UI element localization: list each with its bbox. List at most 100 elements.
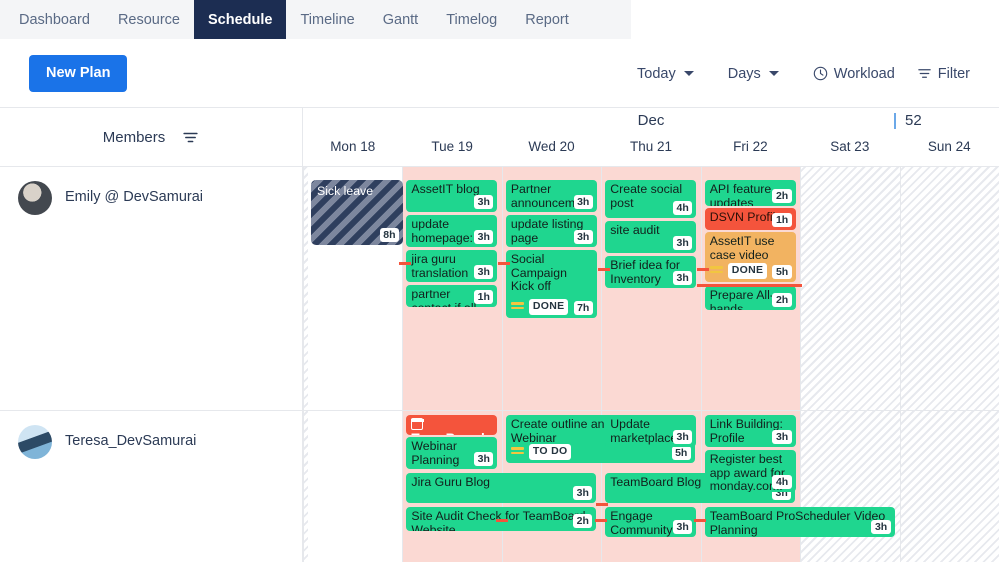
task-card[interactable]: update homepage: 3h [406,215,498,247]
task-dependency-connector [596,503,608,506]
tab-timeline[interactable]: Timeline [286,0,368,39]
tab-report[interactable]: Report [511,0,583,39]
task-card[interactable]: partner contact if all1h [406,285,498,307]
column-divider [303,167,304,410]
top-navigation: Dashboard Resource Schedule Timeline Gan… [0,0,999,40]
tab-resource[interactable]: Resource [104,0,194,39]
task-hours: 3h [673,430,693,444]
chevron-down-icon [768,71,779,76]
task-title: TeamBoard [411,431,486,435]
tab-schedule[interactable]: Schedule [194,0,287,39]
member-name: Emily @ DevSamurai [65,189,203,205]
task-hours: 1h [772,213,792,227]
day-header-row: Mon 18 Tue 19 Wed 20 Thu 21 Fri 22 Sat 23 Sun … [303,136,999,166]
column-divider [601,167,602,410]
task-status: DONE [510,298,569,315]
clock-icon [813,66,828,81]
filter-label: Filter [937,65,970,82]
day-header-0: Mon 18 [330,139,376,154]
task-card[interactable]: Brief idea for Inventory 3h [605,256,697,288]
task-dependency-connector [697,268,709,271]
new-plan-button[interactable]: New Plan [29,55,128,92]
member-info[interactable]: Teresa_DevSamurai [0,411,303,562]
task-hours: 3h [673,271,693,285]
task-hours: 3h [474,230,494,244]
task-dependency-connector [399,262,411,265]
tab-timeline-label: Timeline [300,11,355,28]
task-card[interactable]: Social Campaign Kick off DONE 7h [505,250,597,318]
task-card[interactable]: Create social post 4h [605,180,697,218]
task-hours: 5h [772,265,792,279]
day-header-4: Fri 22 [733,139,768,154]
task-card[interactable]: DSVN Profile 1h [704,208,796,230]
date-header: Dec 52 Mon 18 Tue 19 Wed 20 Thu 21 Fri 22 Sat… [303,108,999,167]
task-card[interactable]: API feature updates 2h [704,180,796,206]
task-card[interactable]: Update marketplace 3h [605,415,697,447]
timeline-lane: TeamBoardWebinar Planning3hCreate outlin… [303,411,999,562]
column-divider [303,411,304,562]
task-card[interactable]: update listing page 3h [505,215,597,247]
task-title: Jira Guru Blog [411,475,491,489]
priority-icon [709,266,723,275]
tab-dashboard[interactable]: Dashboard [0,0,104,39]
task-hours: 4h [772,475,792,489]
calendar-icon [410,418,425,430]
task-hours: 3h [573,195,593,209]
member-row: Teresa_DevSamurai TeamBoard Webinar Planni… [0,411,999,562]
members-header-label: Members [102,128,166,146]
task-card[interactable]: Link Building: Profile 3h [704,415,796,447]
workload-button[interactable]: Workload [802,60,906,88]
week-marker-icon [894,112,896,129]
task-hours: 3h [474,452,494,466]
tab-report-label: Report [525,11,569,28]
task-card[interactable]: Engage Community 3h [605,507,697,537]
task-card[interactable]: TeamBoard [406,415,498,435]
today-dropdown[interactable]: Today [626,60,705,88]
priority-icon [510,302,524,311]
task-card[interactable]: jira guru translation 3h [406,250,498,282]
tab-resource-label: Resource [117,11,180,28]
member-info[interactable]: Emily @ DevSamurai [0,167,303,410]
task-hours: 5h [671,446,691,460]
tab-dashboard-label: Dashboard [19,11,90,28]
task-title: AssetIT use case video [709,234,775,262]
days-dropdown[interactable]: Days [717,60,790,88]
task-card[interactable]: Partner announcem. 3h [505,180,597,212]
task-card-sick-leave[interactable]: Sick leave 8h [311,180,403,245]
task-hours: 2h [772,293,792,307]
status-badge: TO DO [528,443,572,460]
task-card[interactable]: Register best app award for monday.com: 4… [704,450,796,492]
tab-gantt[interactable]: Gantt [369,0,432,39]
task-card[interactable]: TeamBoard ProScheduler Video Planning 3h [704,507,895,537]
task-dependency-connector [598,268,610,271]
chevron-down-icon [683,71,694,76]
today-label: Today [637,65,676,82]
task-card[interactable]: Webinar Planning 3h [406,437,498,469]
week-number-label: 52 [905,112,922,129]
day-header-2: Wed 20 [528,139,575,154]
task-hours: 3h [573,230,593,244]
day-header-3: Thu 21 [629,139,672,154]
task-card[interactable]: AssetIT use case video DONE 5h [704,232,796,282]
task-card[interactable]: Prepare All-hands 2h [704,286,796,310]
filter-icon[interactable] [182,129,199,146]
task-hours: 1h [474,290,494,304]
task-hours: 3h [772,430,792,444]
weekend-hatch [899,167,999,410]
tab-timelog[interactable]: Timelog [432,0,511,39]
column-divider [800,411,801,562]
column-divider [502,167,503,410]
column-divider [900,411,901,562]
task-hours: 3h [474,265,494,279]
task-title: TeamBoard ProScheduler Video Planning [709,509,886,537]
task-dependency-connector [697,284,802,287]
task-card[interactable]: Jira Guru Blog 3h [406,473,597,503]
task-card[interactable]: site audit 3h [605,221,697,253]
task-hours: 3h [673,520,693,534]
task-card[interactable]: AssetIT blog 3h [406,180,498,212]
weekend-hatch [899,411,999,562]
priority-icon [510,447,524,456]
task-hours: 8h [379,228,399,242]
filter-button[interactable]: Filter [906,60,981,88]
day-header-6: Sun 24 [927,139,971,154]
